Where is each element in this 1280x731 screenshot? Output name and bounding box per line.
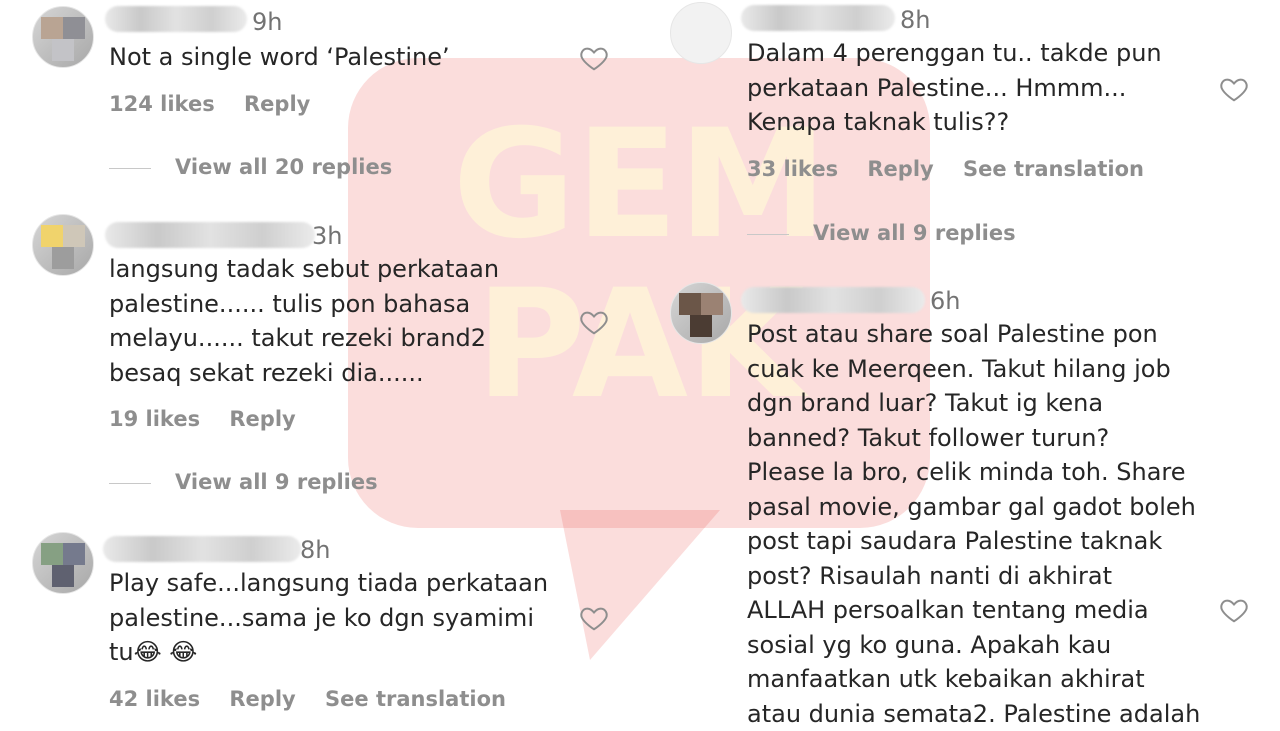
comment-text: Dalam 4 perenggan tu.. takde pun perkata… — [747, 36, 1162, 140]
comment-line: sosial yg ko guna. Apakah kau — [747, 628, 1200, 663]
view-replies-label: View all 9 replies — [175, 470, 378, 494]
comment-time: 3h — [312, 224, 342, 248]
comment-line: palestine...... tulis pon bahasa — [109, 287, 499, 322]
comment-line: palestine...sama je ko dgn syamimi — [109, 601, 548, 636]
comment-text: Post atau share soal Palestine pon cuak … — [747, 317, 1200, 731]
comment-actions: 42 likes Reply See translation — [109, 689, 528, 710]
comment-line: Kenapa taknak tulis?? — [747, 105, 1162, 140]
username-blurred[interactable] — [741, 287, 925, 313]
see-translation-button[interactable]: See translation — [963, 157, 1144, 181]
avatar[interactable] — [32, 532, 94, 594]
view-replies-label: View all 20 replies — [175, 155, 392, 179]
username-blurred[interactable] — [105, 6, 247, 32]
likes-count[interactable]: 33 likes — [747, 157, 838, 181]
comment-actions: 19 likes Reply — [109, 409, 318, 430]
comment-line: perkataan Palestine... Hmmm... — [747, 71, 1162, 106]
comment-line: Not a single word ‘Palestine’ — [109, 40, 450, 75]
reply-button[interactable]: Reply — [244, 92, 310, 116]
avatar[interactable] — [32, 6, 94, 68]
avatar[interactable] — [32, 214, 94, 276]
see-translation-button[interactable]: See translation — [325, 687, 506, 711]
comment-time: 9h — [252, 10, 282, 34]
divider — [109, 168, 151, 169]
comment-time: 8h — [300, 538, 330, 562]
username-blurred[interactable] — [105, 222, 315, 248]
reply-button[interactable]: Reply — [229, 687, 295, 711]
comment-actions: 124 likes Reply — [109, 94, 332, 115]
comment-time: 8h — [900, 8, 930, 32]
username-blurred[interactable] — [103, 536, 301, 562]
comment-line: cuak ke Meerqeen. Takut hilang job — [747, 352, 1200, 387]
avatar[interactable] — [670, 2, 732, 64]
divider — [109, 483, 151, 484]
comment-line: Dalam 4 perenggan tu.. takde pun — [747, 36, 1162, 71]
comment-line: post? Risaulah nanti di akhirat — [747, 559, 1200, 594]
reply-button[interactable]: Reply — [229, 407, 295, 431]
comment-line: melayu...... takut rezeki brand2 — [109, 321, 499, 356]
view-replies-button[interactable]: View all 9 replies — [747, 223, 1016, 244]
comment-time: 6h — [930, 289, 960, 313]
likes-count[interactable]: 124 likes — [109, 92, 215, 116]
comment-text: Not a single word ‘Palestine’ — [109, 40, 450, 75]
comment-line: langsung tadak sebut perkataan — [109, 252, 499, 287]
avatar[interactable] — [670, 282, 732, 344]
comment-line: post tapi saudara Palestine taknak — [747, 524, 1200, 559]
heart-icon[interactable] — [578, 307, 610, 337]
comment-line: tu😂 😂 — [109, 635, 548, 670]
heart-icon[interactable] — [1218, 595, 1250, 625]
comment-line: banned? Takut follower turun? — [747, 421, 1200, 456]
reply-button[interactable]: Reply — [867, 157, 933, 181]
username-blurred[interactable] — [741, 5, 895, 31]
comment-line: Play safe...langsung tiada perkataan — [109, 566, 548, 601]
comment-line: Please la bro, celik minda toh. Share — [747, 455, 1200, 490]
likes-count[interactable]: 42 likes — [109, 687, 200, 711]
comment-line: dgn brand luar? Takut ig kena — [747, 386, 1200, 421]
right-comment-column: 8h Dalam 4 perenggan tu.. takde pun perk… — [640, 0, 1280, 720]
divider — [747, 234, 789, 235]
heart-icon[interactable] — [1218, 74, 1250, 104]
comment-actions: 33 likes Reply See translation — [747, 159, 1166, 180]
heart-icon[interactable] — [578, 603, 610, 633]
comment-line: manfaatkan utk kebaikan akhirat — [747, 662, 1200, 697]
comment-line: pasal movie, gambar gal gadot boleh — [747, 490, 1200, 525]
view-replies-button[interactable]: View all 20 replies — [109, 157, 392, 178]
comment-line: Post atau share soal Palestine pon — [747, 317, 1200, 352]
heart-icon[interactable] — [578, 43, 610, 73]
comment-text: langsung tadak sebut perkataan palestine… — [109, 252, 499, 390]
left-comment-column: 9h Not a single word ‘Palestine’ 124 lik… — [0, 0, 640, 720]
view-replies-button[interactable]: View all 9 replies — [109, 472, 378, 493]
likes-count[interactable]: 19 likes — [109, 407, 200, 431]
comment-line: atau dunia semata2. Palestine adalah — [747, 697, 1200, 731]
comment-line: ALLAH persoalkan tentang media — [747, 593, 1200, 628]
comment-line: besaq sekat rezeki dia...... — [109, 356, 499, 391]
view-replies-label: View all 9 replies — [813, 221, 1016, 245]
comment-text: Play safe...langsung tiada perkataan pal… — [109, 566, 548, 670]
